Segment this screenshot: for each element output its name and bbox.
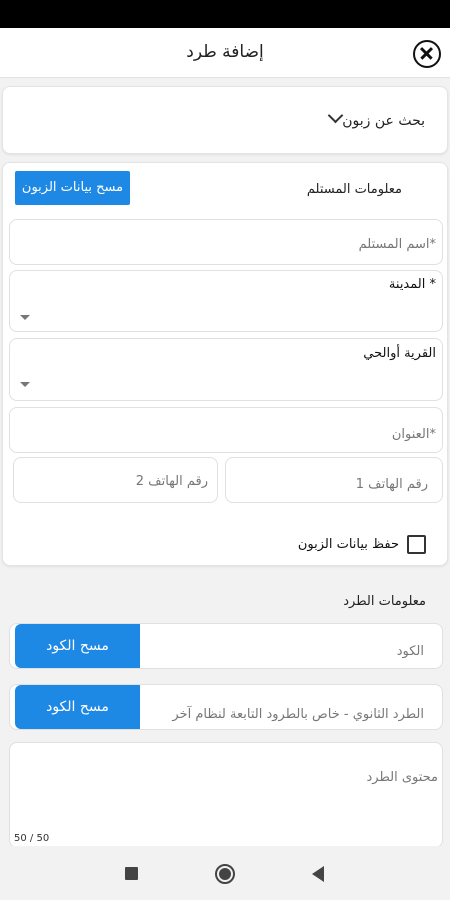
village-label: القرية أوالحي xyxy=(363,346,436,361)
checkbox-icon[interactable] xyxy=(407,535,426,554)
address-placeholder: العنوان* xyxy=(391,427,436,442)
page-title: إضافة طرد xyxy=(186,42,264,62)
recipient-name-field[interactable]: اسم المستلم* xyxy=(9,219,443,265)
dropdown-arrow-icon xyxy=(20,315,30,320)
parcel-content-placeholder: محتوى الطرد xyxy=(366,770,439,785)
city-dropdown[interactable]: المدينة * xyxy=(9,270,443,332)
nav-back-icon[interactable] xyxy=(312,866,324,882)
char-counter: 50 / 50 xyxy=(14,833,50,844)
phone2-placeholder: رقم الهاتف 2 xyxy=(135,474,208,489)
parcel-content-field[interactable]: محتوى الطرد xyxy=(9,742,443,848)
address-field[interactable]: العنوان* xyxy=(9,407,443,453)
code-placeholder: الكود xyxy=(396,644,424,659)
city-label: المدينة * xyxy=(388,277,436,292)
scan-code-button-2[interactable]: مسح الكود xyxy=(15,685,140,729)
phone1-field[interactable]: رقم الهاتف 1 xyxy=(225,457,443,503)
customer-search-dropdown[interactable]: بحث عن زبون xyxy=(2,86,448,154)
village-dropdown[interactable]: القرية أوالحي xyxy=(9,338,443,401)
customer-search-label: بحث عن زبون xyxy=(342,113,425,129)
parcel-section-title: معلومات الطرد xyxy=(343,594,426,609)
recipient-name-placeholder: اسم المستلم* xyxy=(358,237,436,252)
close-icon[interactable] xyxy=(413,40,441,68)
scan-code-button[interactable]: مسح الكود xyxy=(15,624,140,668)
status-bar xyxy=(0,0,450,28)
nav-home-icon[interactable] xyxy=(215,864,235,884)
recipient-section-title: معلومات المستلم xyxy=(306,182,402,197)
dropdown-arrow-icon xyxy=(20,382,30,387)
save-customer-label: حفظ بيانات الزبون xyxy=(297,537,399,552)
secondary-parcel-placeholder: الطرد الثانوي - خاص بالطرود التابعة لنظا… xyxy=(172,707,424,722)
phone1-placeholder: رقم الهاتف 1 xyxy=(355,477,428,492)
clear-customer-data-button[interactable]: مسح بيانات الزبون xyxy=(15,171,130,205)
nav-recents-icon[interactable] xyxy=(125,867,138,880)
phone2-field[interactable]: رقم الهاتف 2 xyxy=(13,457,218,503)
app-bar: إضافة طرد xyxy=(0,28,450,78)
